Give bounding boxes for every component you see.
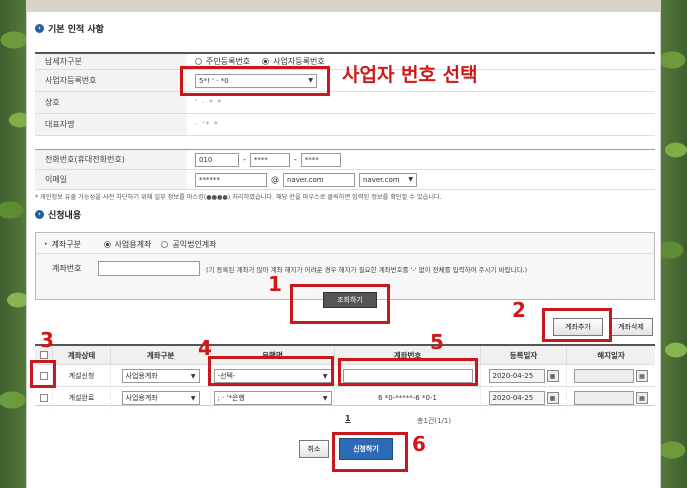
row-checkbox[interactable] [39,394,48,402]
section-title-application: › 신청내용 [35,208,81,221]
label-email: 이메일 [35,170,187,189]
annotation-box-apply [332,432,408,472]
row-end-date-input[interactable] [574,391,634,405]
account-no-row: 계좌번호 (기 등록된 계좌가 많아 계좌 해지가 어려운 경우 해지가 필요한… [44,261,527,276]
row-end-date-input[interactable] [574,369,634,383]
radio-public-account-label: 공익법인계좌 [172,240,217,249]
phone-sep-1: - [243,155,246,164]
row-bank-select[interactable]: ; · '*은행 ▼ [213,391,332,405]
email-local-input[interactable]: ****** [195,172,267,187]
masking-notice: * 개인정보 유출 가능성을 사전 차단하기 위해 일부 정보를 마스킹(●●●… [35,194,442,201]
col-type: 계좌구분 [111,346,211,364]
radio-public-account[interactable] [161,241,169,248]
label-trade-name: 상호 [35,92,187,113]
label-account-type: 계좌구분 [51,240,81,249]
row-spacer [35,136,655,150]
row-account-value: 6 *0-*****-6 *0-1 [335,387,481,409]
label-account-no: 계좌번호 [52,264,82,273]
divider [36,253,654,254]
cancel-button[interactable]: 취소 [299,440,329,458]
annotation-box-account-number [338,358,478,386]
row-bank-selected: ; · '*은행 [217,394,245,402]
radio-business-account[interactable] [103,241,111,248]
annotation-box-bank [208,356,334,386]
annotation-number-1: 1 [268,272,282,296]
section-title-label: 신청내용 [48,211,82,221]
info-circle-icon: › [35,210,44,219]
radio-resident-number[interactable] [195,58,202,65]
annotation-box-checkbox [30,360,56,388]
pagination-page-1[interactable]: 1 [345,414,351,423]
section-title-basic-info: › 기본 인적 사항 [35,22,104,35]
radio-business-account-label: 사업용계좌 [114,240,152,249]
col-end-date: 해지일자 [567,346,655,364]
chevron-down-icon: ▼ [190,372,196,380]
annotation-number-2: 2 [512,298,526,322]
delete-account-button[interactable]: 계좌삭제 [609,318,653,336]
calendar-icon[interactable]: ▦ [636,392,648,404]
email-inputs: ****** @ naver.com naver.com ▼ [195,170,417,189]
row-type-selected: 사업용계좌 [125,372,158,380]
annotation-box-biz-number [180,66,330,96]
phone-part2-input[interactable]: **** [249,152,290,167]
row-reg-date-input: 2020-04-25 [488,391,545,405]
chevron-down-icon: ▼ [322,394,328,402]
row-email: 이메일 ****** @ naver.com naver.com ▼ [35,170,655,190]
row-ceo-name: 대표자명 · '* * [35,114,655,136]
info-circle-icon: › [35,24,44,33]
trade-name-value: ' · * * [195,98,223,107]
annotation-box-add-account [542,308,612,342]
calendar-icon[interactable]: ▦ [546,392,559,404]
label-taxpayer-type: 납세자구분 [35,54,187,69]
row-trade-name: 상호 ' · * * [35,92,655,114]
label-ceo-name: 대표자명 [35,114,187,135]
label-phone: 전화번호(휴대전화번호) [35,150,187,169]
pagination-total: 총1건(1/1) [417,417,452,425]
email-domain-select[interactable]: naver.com ▼ [359,172,417,187]
email-domain-input[interactable]: naver.com [283,172,355,187]
row-status: 계설완료 [53,387,111,409]
annotation-number-6: 6 [412,432,426,456]
select-all-checkbox[interactable] [39,351,48,359]
account-no-hint: (기 등록된 계좌가 많아 계좌 해지가 어려운 경우 해지가 필요한 계좌번호… [206,265,528,274]
annotation-headline: 사업자 번호 선택 [342,64,478,86]
row-type-select[interactable]: 사업용계좌 ▼ [121,391,200,405]
phone-sep-2: - [293,155,297,164]
phone-inputs: 010 - **** - **** [195,150,341,169]
bullet-icon: • [44,241,48,248]
account-no-input[interactable] [98,261,200,276]
chevron-down-icon: ▼ [408,176,413,183]
row-phone: 전화번호(휴대전화번호) 010 - **** - **** [35,150,655,170]
phone-part3-input[interactable]: **** [300,152,341,167]
row-type-selected: 사업용계좌 [125,394,158,402]
annotation-number-3: 3 [40,328,54,352]
phone-part1-input[interactable]: 010 [195,152,239,167]
annotation-number-5: 5 [430,330,444,354]
col-status: 계좌상태 [53,346,111,364]
section-title-label: 기본 인적 사항 [48,25,104,35]
email-at-sign: @ [271,175,279,184]
calendar-icon[interactable]: ▦ [636,370,648,382]
calendar-icon[interactable]: ▦ [546,370,559,382]
chevron-down-icon: ▼ [190,394,196,402]
ceo-name-value: · '* * [195,120,219,129]
radio-business-number[interactable] [262,58,270,65]
row-type-select[interactable]: 사업용계좌 ▼ [121,369,200,383]
col-reg-date: 등록일자 [481,346,567,364]
table-row: 계설완료 사업용계좌 ▼ ; · '*은행 ▼ 6 *0-*****-6 *0-1 … [35,386,655,409]
label-biz-number: 사업자등록번호 [35,70,187,91]
row-reg-date-input: 2020-04-25 [488,369,545,383]
annotation-box-lookup [290,284,390,324]
row-status: 계설신청 [53,365,111,387]
email-domain-selected: naver.com [363,175,400,184]
account-type-row: • 계좌구분 사업용계좌 공익법인계좌 [44,239,217,250]
